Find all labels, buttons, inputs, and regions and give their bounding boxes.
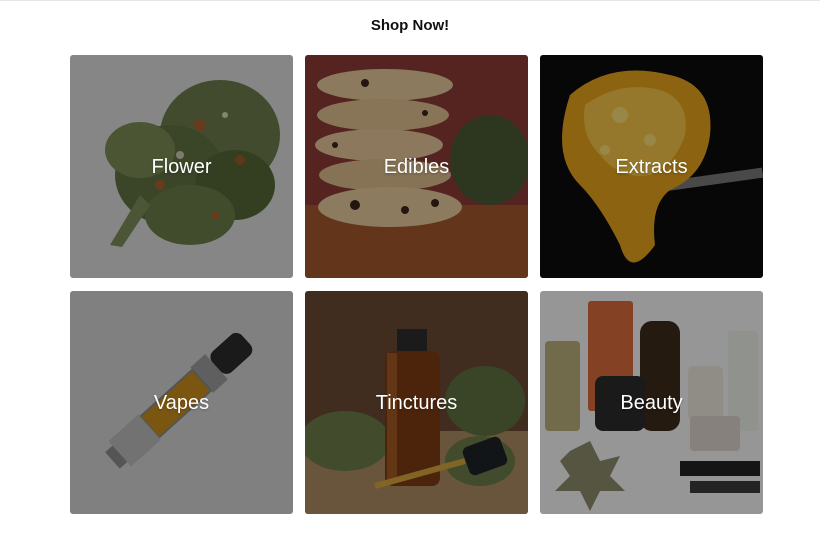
category-tile-edibles[interactable]: Edibles [305, 55, 528, 278]
category-label-beauty: Beauty [620, 392, 683, 414]
category-label-vapes: Vapes [153, 392, 210, 414]
page-heading: Shop Now! [370, 17, 450, 34]
top-divider [0, 0, 820, 1]
category-grid: Flower Edibles Extracts Vapes Tinctures … [70, 55, 763, 514]
category-tile-beauty[interactable]: Beauty [540, 291, 763, 514]
category-label-tinctures: Tinctures [375, 392, 458, 414]
category-tile-vapes[interactable]: Vapes [70, 291, 293, 514]
category-label-edibles: Edibles [383, 156, 450, 178]
category-tile-flower[interactable]: Flower [70, 55, 293, 278]
category-label-flower: Flower [151, 156, 212, 178]
category-tile-extracts[interactable]: Extracts [540, 55, 763, 278]
category-label-extracts: Extracts [615, 156, 688, 178]
category-tile-tinctures[interactable]: Tinctures [305, 291, 528, 514]
